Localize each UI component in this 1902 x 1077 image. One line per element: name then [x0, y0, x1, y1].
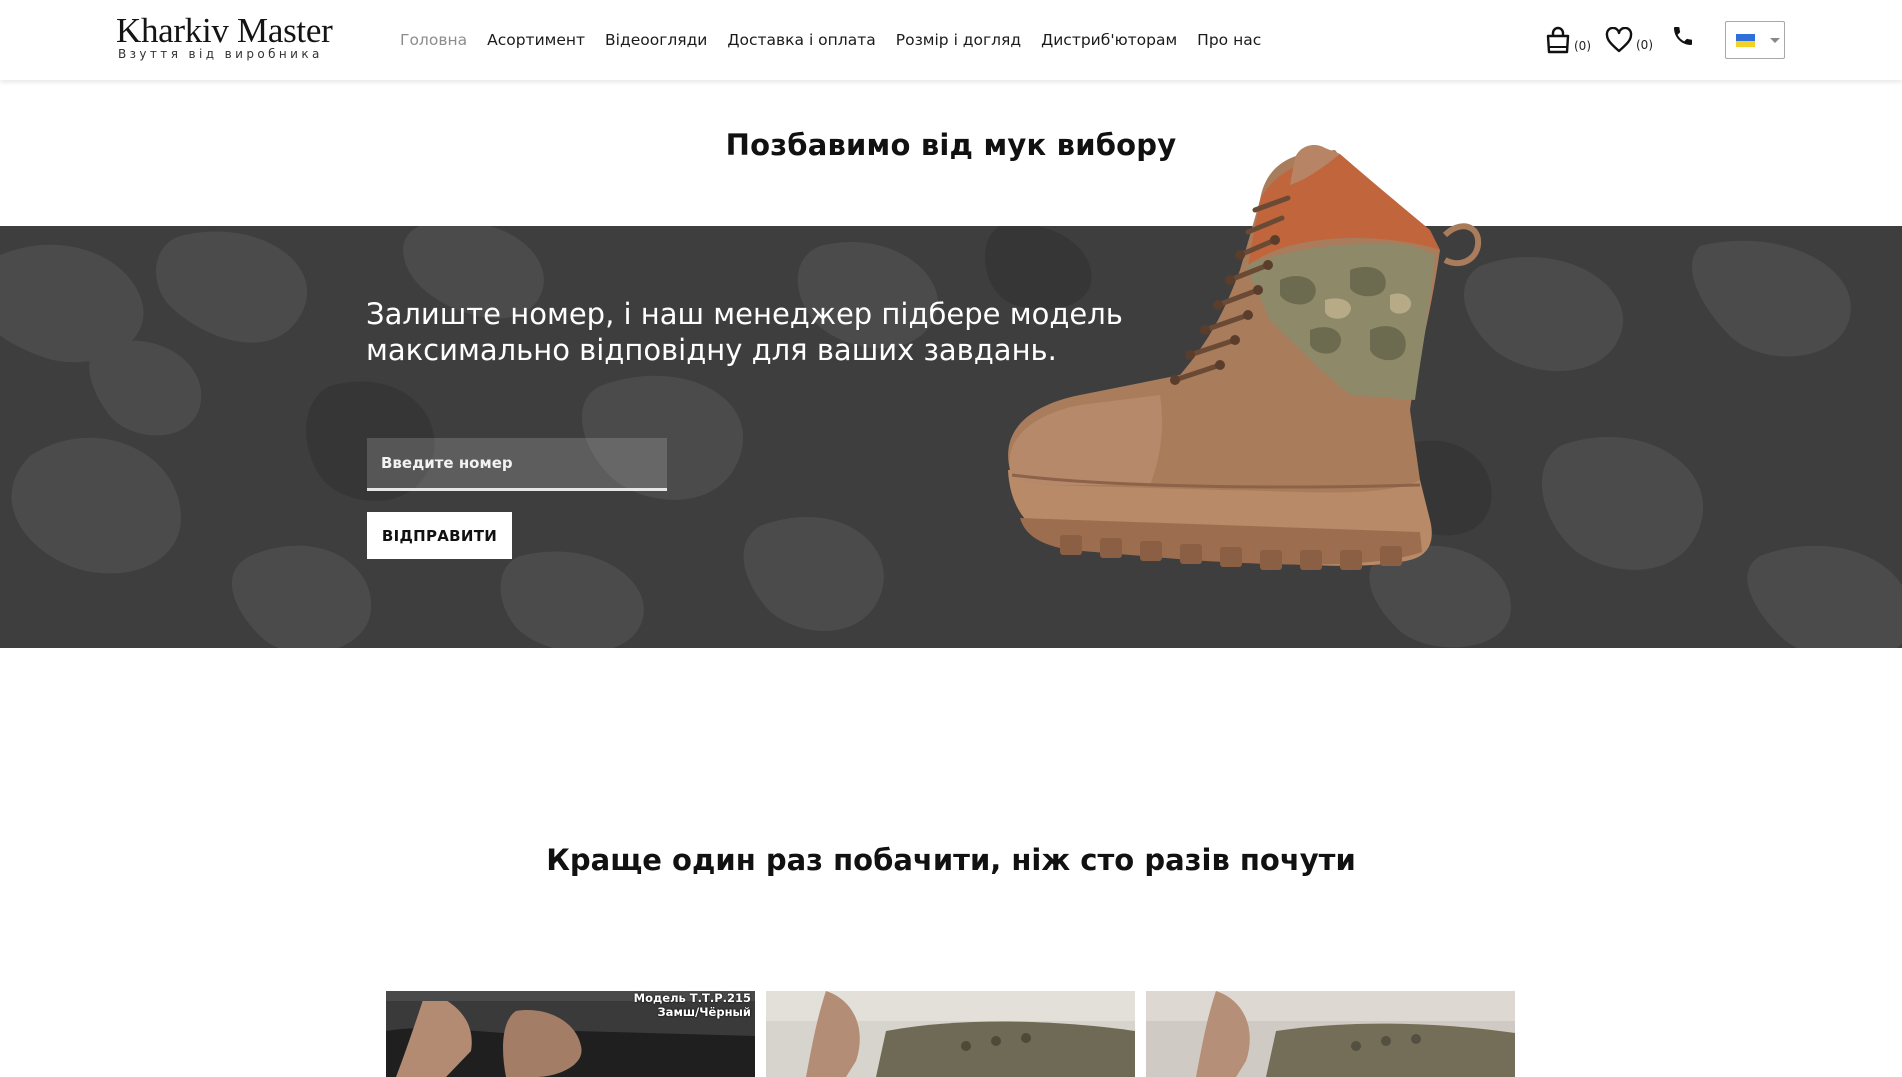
video-caption-model: Модель Т.Т.Р.215 [633, 991, 751, 1005]
wishlist-count: (0) [1636, 38, 1653, 52]
boot-image [1008, 145, 1482, 570]
cart-icon [1545, 26, 1571, 54]
phone-icon [1671, 24, 1695, 48]
nav-item-delivery-payment[interactable]: Доставка і оплата [717, 28, 885, 52]
phone-input[interactable] [367, 438, 667, 491]
cart-button[interactable]: (0) [1545, 26, 1591, 54]
nav-item-home[interactable]: Головна [400, 28, 477, 52]
main-nav: Головна Асортимент Відеоогляди Доставка … [400, 28, 1271, 52]
video-caption-material: Замш/Чёрный [657, 1005, 751, 1019]
site-header: Kharkiv Master Взуття від виробника Голо… [0, 0, 1902, 80]
wishlist-button[interactable]: (0) [1605, 27, 1653, 53]
video-thumbnail[interactable] [1146, 991, 1515, 1077]
ukraine-flag-icon [1736, 34, 1755, 47]
nav-item-distributors[interactable]: Дистриб'юторам [1031, 28, 1187, 52]
nav-item-about[interactable]: Про нас [1187, 28, 1271, 52]
logo-subtitle: Взуття від виробника [118, 47, 323, 61]
video-thumbnail[interactable] [766, 991, 1135, 1077]
site-logo[interactable]: Kharkiv Master Взуття від виробника [116, 12, 356, 64]
camo-background [0, 226, 1902, 648]
phone-button[interactable] [1671, 24, 1695, 48]
chevron-down-icon [1770, 38, 1780, 43]
nav-item-catalog[interactable]: Асортимент [477, 28, 595, 52]
header-actions: (0) (0) [1545, 22, 1695, 58]
video-thumbnail[interactable]: Модель Т.Т.Р.215 Замш/Чёрный [386, 991, 755, 1077]
cart-count: (0) [1574, 39, 1591, 53]
submit-button[interactable]: ВІДПРАВИТИ [367, 512, 512, 559]
hero-title: Позбавимо від мук вибору [725, 128, 1177, 162]
nav-item-video-reviews[interactable]: Відеоогляди [595, 28, 717, 52]
video-list: Модель Т.Т.Р.215 Замш/Чёрный [386, 991, 1515, 1077]
logo-title: Kharkiv Master [116, 11, 333, 50]
videos-section-title: Краще один раз побачити, ніж сто разів п… [546, 843, 1356, 877]
language-selector[interactable] [1725, 21, 1785, 59]
nav-item-size-care[interactable]: Розмір і догляд [886, 28, 1031, 52]
video-caption: Модель Т.Т.Р.215 Замш/Чёрный [634, 991, 751, 1019]
heart-icon [1605, 27, 1633, 53]
callback-banner: Залиште номер, і наш менеджер підбере мо… [0, 226, 1902, 648]
